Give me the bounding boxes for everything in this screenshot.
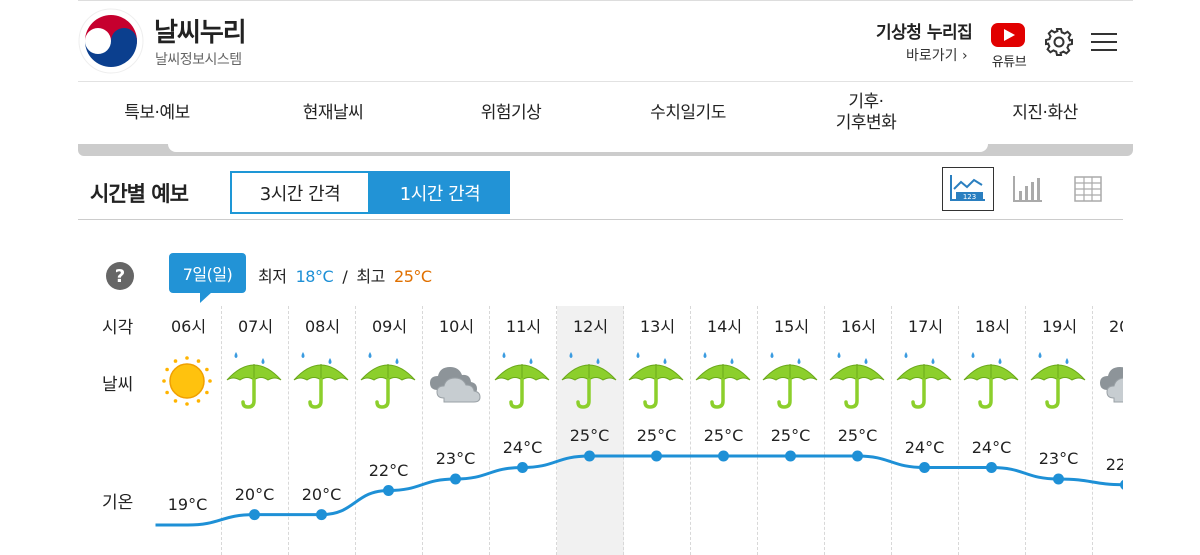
umbrella-rain-icon [223,350,290,412]
temperature-point [785,450,796,462]
temperature-point [651,450,662,462]
tab-3-hour[interactable]: 3시간 간격 [230,171,370,214]
graph-view-button[interactable]: 123 [942,167,994,211]
temperature-label: 23°C [435,449,476,468]
hour-label: 15시 [773,317,810,336]
youtube-label: 유튜브 [991,55,1027,70]
temperature-label: 25°C [703,426,744,445]
government-logo[interactable] [78,8,144,74]
hour-label: 06시 [170,317,207,336]
hour-label: 18시 [974,317,1011,336]
section-divider [78,219,1123,220]
header: 날씨누리 날씨정보시스템 기상청 누리집 바로가기 › 유튜브 [78,0,1133,82]
hour-label: 08시 [304,317,341,336]
kma-homepage-link[interactable]: 바로가기 › [906,45,968,65]
main-nav: 특보·예보 현재날씨 위험기상 수치일기도 기후· 기후변화 지진·화산 [78,82,1133,144]
nav-item-hazardous-weather[interactable]: 위험기상 [428,82,594,144]
youtube-button[interactable]: 유튜브 [988,22,1030,70]
temperature-label: 22°C [368,460,409,480]
forecast-title: 시간별 예보 [90,182,189,206]
temperature-point [718,450,729,462]
hourly-forecast-grid: 06시 19°C 07시 20°C 08시 20°C 09시 22°C 10시 [78,300,1123,555]
temperature-label: 23°C [1038,449,1079,468]
hour-label: 12시 [572,317,609,336]
brand-subtitle: 날씨정보시스템 [155,52,242,68]
umbrella-rain-icon [826,350,893,412]
hour-label: 11시 [505,317,542,336]
umbrella-rain-icon [357,350,424,412]
svg-text:123: 123 [963,193,976,201]
sun-icon [156,350,223,412]
line-chart-icon: 123 [950,175,985,201]
temperature-label: 20°C [234,484,275,504]
cloud-icon [1094,350,1123,412]
bar-chart-icon [1013,176,1042,202]
max-temp-value: 25°C [394,267,432,286]
page: 날씨누리 날씨정보시스템 기상청 누리집 바로가기 › 유튜브 특보·예보 현재… [78,0,1133,555]
temperature-point [383,485,394,496]
min-temp-value: 18°C [295,267,334,286]
temperature-point [316,509,327,521]
nav-item-earthquake-volcano[interactable]: 지진·화산 [960,82,1130,144]
nav-item-climate[interactable]: 기후· 기후변화 [782,82,950,144]
temperature-point [852,450,863,462]
gear-icon[interactable] [1044,27,1074,57]
hour-label: 14시 [706,317,743,336]
hour-label: 07시 [237,317,274,336]
umbrella-rain-icon [893,350,960,412]
min-temp-label: 최저 [258,267,287,286]
help-icon[interactable]: ? [106,262,134,290]
temperature-label: 25°C [837,426,878,445]
temperature-point [919,462,930,473]
temperature-label: 24°C [971,437,1012,457]
youtube-icon [991,23,1025,47]
table-view-button[interactable] [1062,167,1114,211]
temperature-point [986,462,997,473]
date-badge: 7일(일) [169,253,246,293]
cloud-icon [424,350,491,412]
hamburger-menu-icon[interactable] [1090,30,1118,54]
hour-label: 16시 [840,317,877,336]
min-max-temperature: 최저 18°C / 최고 25°C [258,267,432,286]
temperature-point [517,462,528,473]
hour-label: 20시 [1108,317,1123,336]
temperature-label: 25°C [770,426,811,445]
nav-scrollbar-thumb[interactable] [168,144,988,152]
hour-label: 10시 [438,317,475,336]
nav-scrollbar[interactable] [78,144,1133,156]
temperature-label: 25°C [569,426,610,445]
temperature-label: 25°C [636,426,677,445]
temperature-label: 24°C [904,437,945,457]
temperature-point [1120,479,1123,490]
bar-view-button[interactable] [1002,167,1054,211]
umbrella-rain-icon [960,350,1027,412]
temperature-point [249,509,260,521]
temperature-label: 24°C [502,437,543,457]
hour-label: 13시 [639,317,676,336]
brand-title[interactable]: 날씨누리 [154,12,247,49]
temperature-point [450,473,461,485]
temperature-point [584,450,595,462]
max-temp-label: 최고 [356,267,385,286]
nav-item-warnings-forecast[interactable]: 특보·예보 [78,82,236,144]
nav-item-numerical-chart[interactable]: 수치일기도 [604,82,772,144]
temperature-point [1053,473,1064,485]
umbrella-rain-icon [558,350,625,412]
hour-label: 19시 [1041,317,1078,336]
nav-item-current-weather[interactable]: 현재날씨 [248,82,418,144]
table-icon [1074,176,1102,202]
umbrella-rain-icon [1027,350,1094,412]
tab-1-hour[interactable]: 1시간 간격 [370,171,510,214]
temperature-label: 19°C [167,495,208,514]
umbrella-rain-icon [692,350,759,412]
hour-label: 17시 [907,317,944,336]
umbrella-rain-icon [759,350,826,412]
hour-label: 09시 [371,317,408,336]
umbrella-rain-icon [625,350,692,412]
umbrella-rain-icon [491,350,558,412]
kma-homepage-title[interactable]: 기상청 누리집 [876,18,973,43]
umbrella-rain-icon [290,350,357,412]
temperature-label: 20°C [301,484,342,504]
temperature-label: 22°C [1105,454,1123,474]
